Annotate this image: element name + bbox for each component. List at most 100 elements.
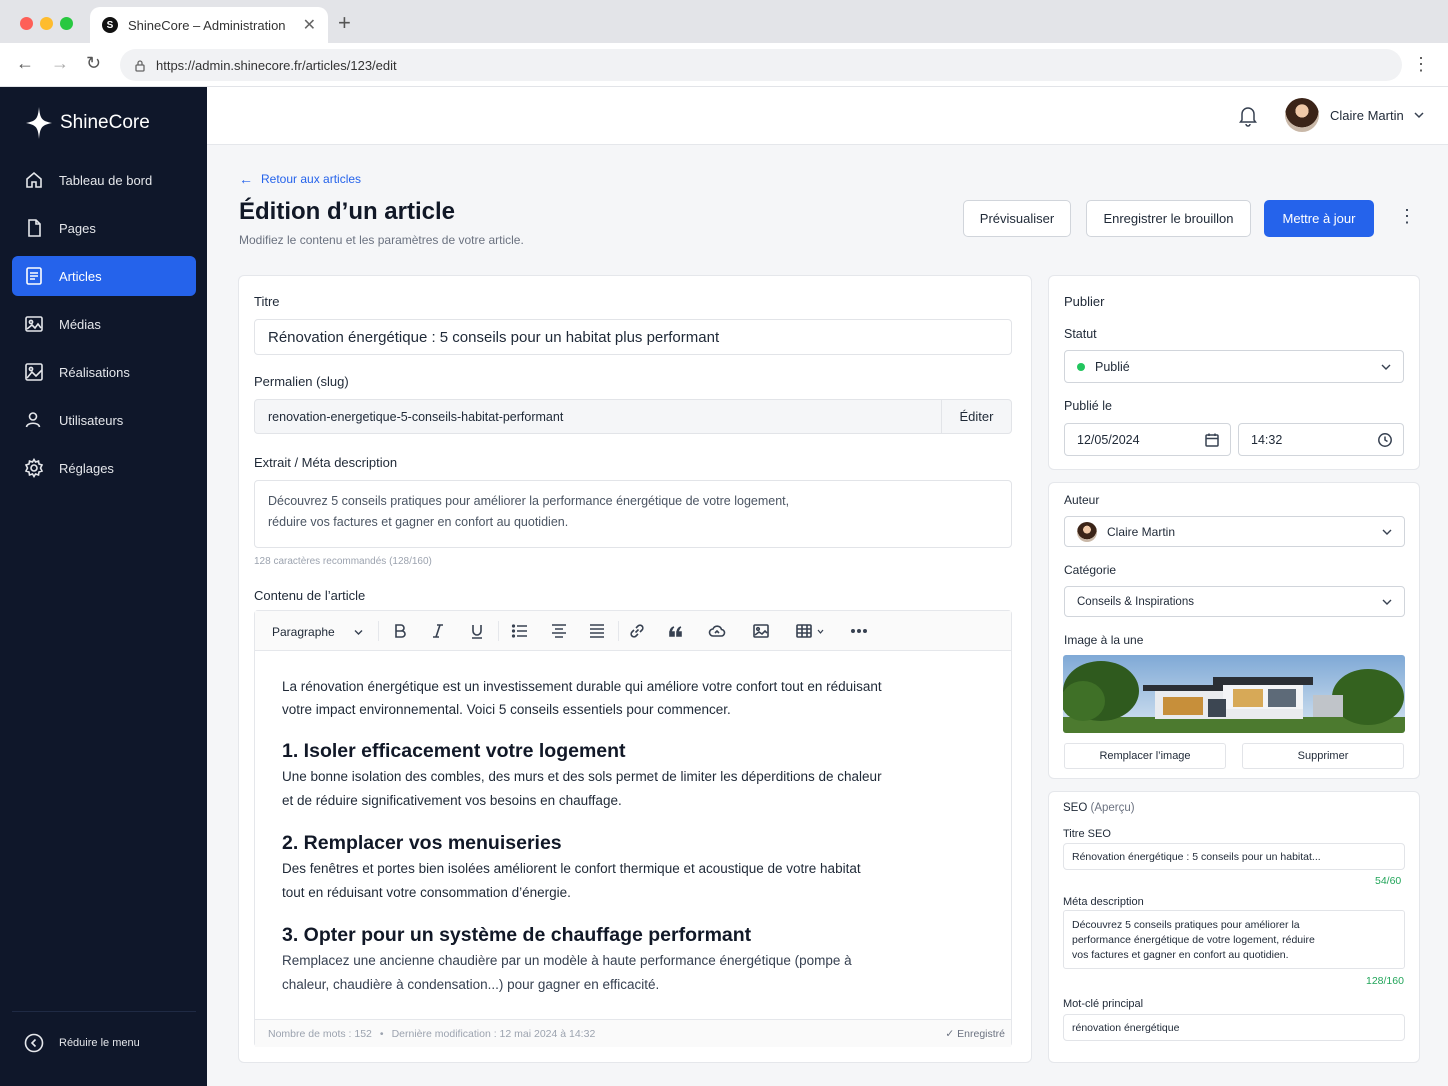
paragraph-style-value: Paragraphe bbox=[272, 625, 335, 639]
featured-image[interactable] bbox=[1063, 655, 1405, 733]
arrow-left-icon: ← bbox=[239, 171, 253, 187]
page-title: Édition d’un article bbox=[239, 198, 456, 225]
category-value: Conseils & Inspirations bbox=[1077, 595, 1194, 608]
preview-button[interactable]: Prévisualiser bbox=[963, 200, 1071, 237]
status-value: Publié bbox=[1095, 359, 1130, 374]
toolbar-separator bbox=[618, 621, 619, 641]
slug-value: renovation-energetique-5-conseils-habita… bbox=[268, 409, 564, 424]
word-count: Nombre de mots : 152 bbox=[268, 1027, 372, 1040]
tab-title: ShineCore – Administration bbox=[128, 17, 286, 33]
sidebar-item-users[interactable]: Utilisateurs bbox=[12, 400, 196, 440]
sidebar-item-label: Réglages bbox=[59, 460, 114, 476]
collapse-menu-button[interactable]: Réduire le menu bbox=[24, 1033, 140, 1053]
title-input[interactable]: Rénovation énergétique : 5 conseils pour… bbox=[254, 319, 1012, 355]
replace-image-button[interactable]: Remplacer l’image bbox=[1064, 743, 1226, 769]
seo-title-label: Titre SEO bbox=[1063, 828, 1111, 840]
forward-arrow-icon[interactable]: → bbox=[51, 53, 69, 74]
browser-tab[interactable]: S ShineCore – Administration ✕ bbox=[90, 7, 328, 43]
editor-paragraph: La rénovation énergétique est un investi… bbox=[282, 679, 882, 717]
editor-paragraph: Une bonne isolation des combles, des mur… bbox=[282, 769, 882, 808]
back-to-articles-link[interactable]: ← Retour aux articles bbox=[239, 171, 361, 187]
bell-icon[interactable] bbox=[1238, 105, 1258, 127]
excerpt-textarea[interactable]: Découvrez 5 conseils pratiques pour amél… bbox=[254, 480, 1012, 548]
save-draft-button[interactable]: Enregistrer le brouillon bbox=[1086, 200, 1251, 237]
keyword-input[interactable]: rénovation énergétique bbox=[1063, 1014, 1405, 1041]
quote-icon[interactable] bbox=[667, 622, 685, 640]
author-value: Claire Martin bbox=[1107, 524, 1176, 539]
slug-edit-button[interactable]: Éditer bbox=[941, 399, 1012, 434]
saved-status: ✓ Enregistré bbox=[945, 1028, 1005, 1040]
slug-edit-label: Éditer bbox=[959, 409, 994, 424]
category-select[interactable]: Conseils & Inspirations bbox=[1064, 586, 1405, 617]
avatar bbox=[1077, 521, 1097, 542]
user-icon bbox=[25, 412, 41, 428]
table-icon[interactable] bbox=[795, 622, 813, 640]
url-input[interactable]: https://admin.shinecore.fr/articles/123/… bbox=[120, 49, 1402, 81]
editor-content[interactable]: La rénovation énergétique est un investi… bbox=[282, 675, 882, 997]
align-center-icon[interactable] bbox=[550, 622, 568, 640]
new-tab-button[interactable]: + bbox=[338, 10, 351, 36]
sidebar-item-realisations[interactable]: Réalisations bbox=[12, 352, 196, 392]
editor-paragraph: Remplacez une ancienne chaudière par un … bbox=[282, 953, 852, 992]
editor-heading: 1. Isoler efficacement votre logement bbox=[282, 740, 626, 762]
reload-icon[interactable]: ↻ bbox=[86, 53, 101, 74]
slug-input[interactable]: renovation-energetique-5-conseils-habita… bbox=[254, 399, 942, 434]
sidebar-item-medias[interactable]: Médias bbox=[12, 304, 196, 344]
lock-icon bbox=[135, 59, 145, 72]
sidebar-item-label: Réalisations bbox=[59, 364, 130, 380]
link-icon[interactable] bbox=[628, 622, 646, 640]
more-tools-icon[interactable] bbox=[850, 622, 868, 640]
italic-icon[interactable] bbox=[429, 622, 447, 640]
close-window-button[interactable] bbox=[20, 17, 33, 30]
chevron-down-icon[interactable] bbox=[817, 629, 824, 634]
editor-paragraph: Des fenêtres et portes bien isolées amél… bbox=[282, 861, 861, 900]
maximize-window-button[interactable] bbox=[60, 17, 73, 30]
meta-description-textarea[interactable]: Découvrez 5 conseils pratiques pour amél… bbox=[1063, 910, 1405, 969]
seo-title: SEO (Aperçu) bbox=[1063, 802, 1135, 814]
editor-toolbar: Paragraphe bbox=[255, 611, 1011, 651]
category-label: Catégorie bbox=[1064, 563, 1117, 577]
sidebar: ShineCore Tableau de bord Pages Articles… bbox=[0, 87, 207, 1086]
chevron-down-icon bbox=[1414, 112, 1424, 119]
title-value: Rénovation énergétique : 5 conseils pour… bbox=[268, 328, 720, 346]
sidebar-item-label: Articles bbox=[59, 268, 102, 284]
sidebar-item-articles[interactable]: Articles bbox=[12, 256, 196, 296]
browser-menu-icon[interactable]: ⋮ bbox=[1412, 54, 1430, 75]
sidebar-item-label: Tableau de bord bbox=[59, 172, 153, 188]
excerpt-label: Extrait / Méta description bbox=[254, 455, 398, 470]
time-input[interactable]: 14:32 bbox=[1238, 423, 1404, 456]
meta-line: Découvrez 5 conseils pratiques pour amél… bbox=[1072, 919, 1300, 931]
footer-separator: • bbox=[379, 1027, 384, 1040]
editor-heading: 3. Opter pour un système de chauffage pe… bbox=[282, 924, 752, 946]
brand-logo[interactable]: ShineCore bbox=[24, 105, 150, 141]
insert-image-icon[interactable] bbox=[752, 622, 770, 640]
date-value: 12/05/2024 bbox=[1077, 432, 1140, 447]
chevron-down-icon bbox=[1382, 599, 1392, 605]
date-input[interactable]: 12/05/2024 bbox=[1064, 423, 1231, 456]
align-justify-icon[interactable] bbox=[588, 622, 606, 640]
sidebar-item-settings[interactable]: Réglages bbox=[12, 448, 196, 488]
user-menu[interactable]: Claire Martin bbox=[1285, 98, 1424, 132]
bold-icon[interactable] bbox=[391, 622, 409, 640]
content-label: Contenu de l’article bbox=[254, 588, 366, 603]
sidebar-item-dashboard[interactable]: Tableau de bord bbox=[12, 160, 196, 200]
paragraph-style-select[interactable]: Paragraphe bbox=[265, 620, 369, 644]
minimize-window-button[interactable] bbox=[40, 17, 53, 30]
bullet-list-icon[interactable] bbox=[511, 622, 529, 640]
embed-icon[interactable] bbox=[708, 622, 726, 640]
publish-title: Publier bbox=[1064, 294, 1105, 309]
author-label: Auteur bbox=[1064, 493, 1100, 507]
seo-title-count: 54/60 bbox=[1375, 875, 1402, 887]
status-select[interactable]: Publié bbox=[1064, 350, 1404, 383]
tab-close-icon[interactable]: ✕ bbox=[303, 15, 316, 35]
back-arrow-icon[interactable]: ← bbox=[16, 53, 34, 74]
underline-icon[interactable] bbox=[468, 622, 486, 640]
user-name: Claire Martin bbox=[1330, 107, 1404, 123]
delete-image-button[interactable]: Supprimer bbox=[1242, 743, 1404, 769]
sidebar-item-pages[interactable]: Pages bbox=[12, 208, 196, 248]
rich-text-editor: Paragraphe La rénovation énergétique est… bbox=[254, 610, 1012, 1047]
more-options-icon[interactable]: ⋮ bbox=[1398, 206, 1416, 227]
seo-title-input[interactable]: Rénovation énergétique : 5 conseils pour… bbox=[1063, 843, 1405, 870]
author-select[interactable]: Claire Martin bbox=[1064, 516, 1405, 547]
update-button[interactable]: Mettre à jour bbox=[1264, 200, 1374, 237]
